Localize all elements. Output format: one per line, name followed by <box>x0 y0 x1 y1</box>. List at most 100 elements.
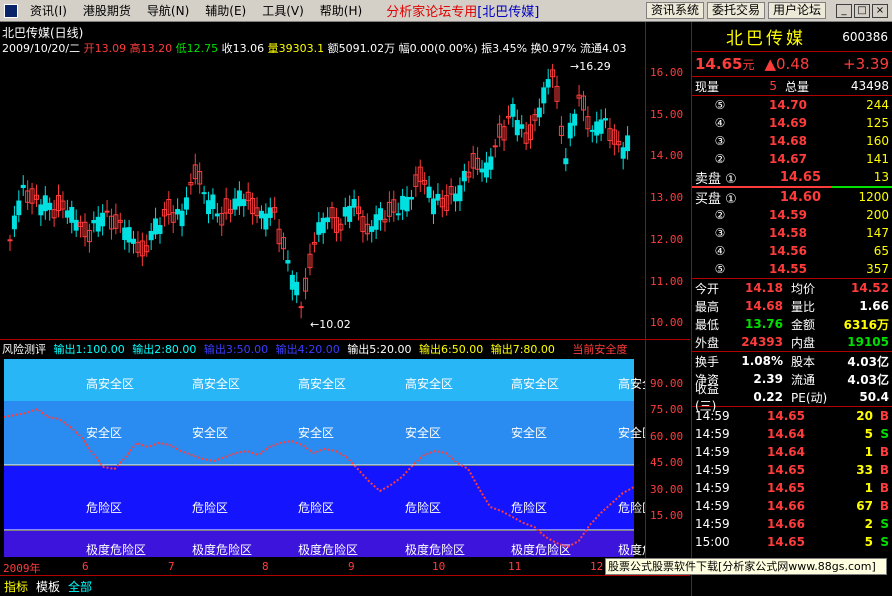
candle-body <box>325 217 331 223</box>
order-volume: 65 <box>873 244 889 258</box>
stat-label: 流通 <box>791 372 816 387</box>
tick-row: 14:59 14.66 67 B <box>692 497 892 515</box>
menu-hk-futures[interactable]: 港股期货 <box>75 2 139 19</box>
order-level: ④ <box>714 244 726 258</box>
info-system-button[interactable]: 资讯系统 <box>645 2 704 19</box>
candle-body <box>320 217 326 234</box>
tick-time: 15:00 <box>695 535 730 549</box>
tick-time: 14:59 <box>695 409 730 423</box>
stat-value: 14.68 <box>745 299 783 313</box>
indicator-name[interactable]: 风险测评 <box>2 343 46 356</box>
price-tick: 15.00 <box>650 107 684 121</box>
stat-row: 今开 14.18 均价 14.52 <box>692 279 892 297</box>
stat-value: 0.22 <box>753 390 783 404</box>
candle-body <box>603 118 609 121</box>
bar-date: 2009/10/20/二 <box>2 42 81 55</box>
amp-value: 0.00(0.00%) <box>409 42 478 55</box>
stat-label: 换手 <box>695 354 720 369</box>
candle-body <box>122 227 128 240</box>
zone-label: 极度危险区 <box>192 542 252 557</box>
indicator-tick: 30.00 <box>650 482 684 496</box>
tick-time: 14:59 <box>695 463 730 477</box>
order-price: 14.69 <box>769 116 807 130</box>
float-label: 流通 <box>580 42 603 55</box>
close-button[interactable]: × <box>872 3 888 18</box>
axis-divider <box>645 22 646 562</box>
tick-price: 14.65 <box>767 463 805 477</box>
zone-label: 安全区 <box>618 425 645 440</box>
candle-body <box>47 202 53 211</box>
price-unit: 元 <box>742 57 755 72</box>
price-change-pct: +3.39 <box>843 55 889 73</box>
tick-direction: S <box>880 427 889 441</box>
ad-banner[interactable]: 股票公式股票软件下载[分析家公式网www.88gs.com] <box>605 558 887 575</box>
trade-button[interactable]: 委托交易 <box>706 2 765 19</box>
tick-volume: 1 <box>864 445 873 459</box>
price-tick: 10.00 <box>650 316 684 330</box>
tick-row: 14:59 14.65 20 B <box>692 407 892 425</box>
sell1-vol: 13 <box>873 170 889 184</box>
maximize-button[interactable]: □ <box>854 3 870 18</box>
candlestick-chart[interactable]: →16.29 ←10.02 <box>0 56 645 356</box>
candle-body <box>510 104 516 117</box>
tab-indicator[interactable]: 指标 <box>0 578 32 595</box>
candle-body <box>488 156 494 170</box>
open-label: 开 <box>83 42 95 55</box>
quote-panel: 北巴传媒 600386 14.65 元 ▲0.48 +3.39 现量 5 总量 … <box>691 22 892 596</box>
candle-body <box>572 113 578 126</box>
zone-label: 危险区 <box>298 500 334 515</box>
tick-price: 14.66 <box>767 499 805 513</box>
sell1-price: 14.65 <box>779 169 821 185</box>
stat-value: 6316万 <box>843 317 889 332</box>
menu-info[interactable]: 资讯(I) <box>22 2 75 19</box>
tick-price: 14.65 <box>767 535 805 549</box>
sell1-row: 卖盘 ① 14.65 13 <box>692 168 892 187</box>
stock-code: 600386 <box>842 29 888 44</box>
candle-body <box>73 219 79 231</box>
indicator-header: 风险测评 输出1:100.00 输出2:80.00 输出3:50.00 输出4:… <box>2 341 627 357</box>
candle-body <box>241 199 247 207</box>
tab-template[interactable]: 模板 <box>32 578 64 595</box>
menu-help[interactable]: 帮助(H) <box>312 2 370 19</box>
order-volume: 244 <box>866 98 889 112</box>
candle-body <box>236 190 242 207</box>
buy1-row: 买盘 ① 14.60 1200 <box>692 188 892 207</box>
output-2: 输出2:80.00 <box>132 343 197 356</box>
tick-price: 14.64 <box>767 445 805 459</box>
candle-body <box>131 238 137 244</box>
tab-all[interactable]: 全部 <box>64 578 96 595</box>
low-marker-label: ←10.02 <box>310 318 351 331</box>
amount-label: 额 <box>327 42 339 55</box>
amp-label: 幅 <box>398 42 410 55</box>
candle-body <box>426 186 432 198</box>
candle-body <box>298 306 304 309</box>
tick-direction: B <box>879 481 889 495</box>
candle-body <box>479 168 485 173</box>
date-tick: 10 <box>432 560 446 573</box>
forum-button[interactable]: 用户论坛 <box>767 2 826 19</box>
menu-navigate[interactable]: 导航(N) <box>139 2 197 19</box>
menu-tools[interactable]: 工具(V) <box>254 2 312 19</box>
order-volume: 160 <box>866 134 889 148</box>
stat-label: 金额 <box>791 317 816 332</box>
tick-list: 14:59 14.65 20 B 14:59 14.64 5 S 14:59 14.64 1 B 14:… <box>692 407 892 551</box>
zone-label: 危险区 <box>405 500 441 515</box>
menu-assist[interactable]: 辅助(E) <box>197 2 254 19</box>
candle-body <box>153 218 159 235</box>
candle-body <box>589 129 595 132</box>
zone-label: 极度危险区 <box>405 542 465 557</box>
candle-body <box>11 215 17 230</box>
tick-direction: S <box>880 535 889 549</box>
tick-volume: 67 <box>856 499 873 513</box>
zone-label: 危险区 <box>192 500 228 515</box>
candle-body <box>347 205 353 222</box>
minimize-button[interactable]: _ <box>836 3 852 18</box>
risk-indicator-pane[interactable]: 高安全区 高安全区 高安全区 高安全区 高安全区 高安全区安全区 安全区 安全区 安全区 安全区 安… <box>0 357 645 557</box>
tick-volume: 5 <box>864 535 873 549</box>
candle-body <box>408 196 414 200</box>
buy-orders: ② 14.59 200 ③ 14.58 147 ④ 14.56 65 ⑤ 14.55 357 <box>692 206 892 278</box>
candle-body <box>179 210 185 227</box>
high-marker-label: →16.29 <box>570 60 611 73</box>
stat-value: 14.18 <box>745 281 783 295</box>
stat-value: 4.03亿 <box>847 372 889 387</box>
